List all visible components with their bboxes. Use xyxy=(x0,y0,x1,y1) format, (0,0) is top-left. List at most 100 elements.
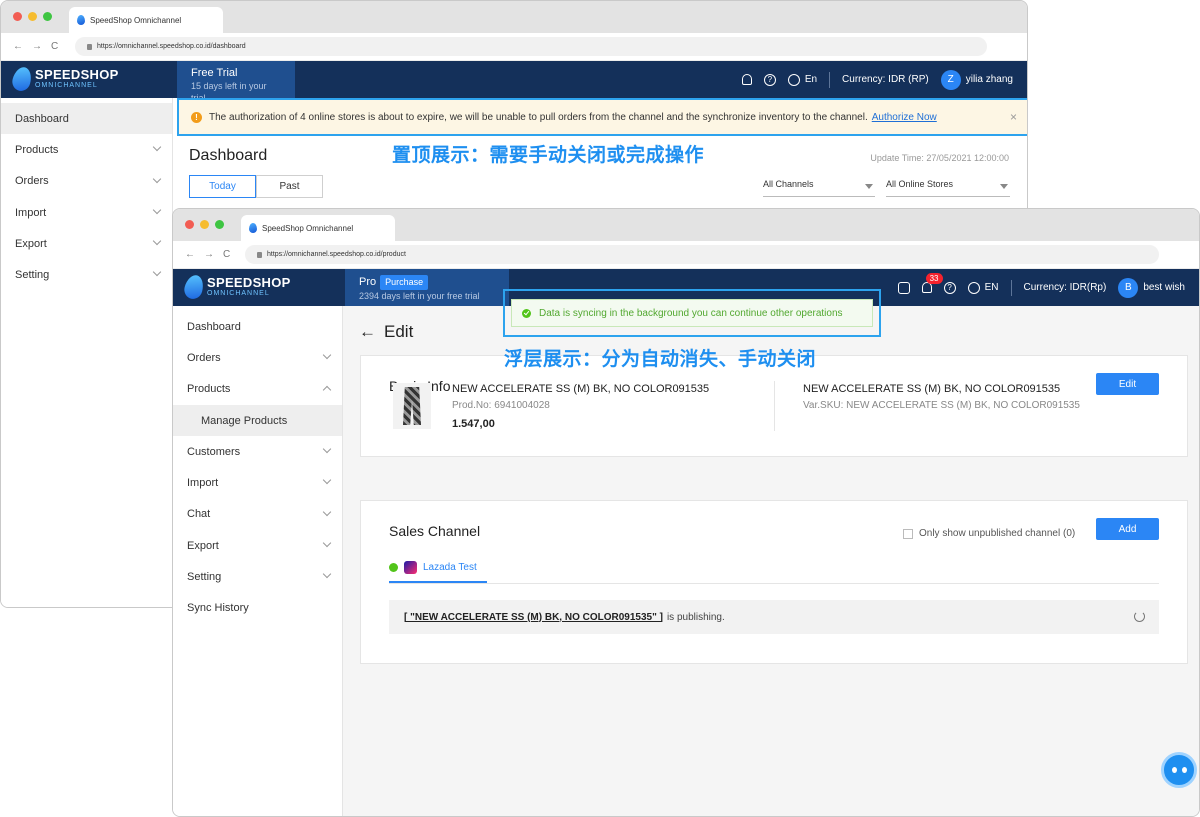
sidebar-item-manage-products[interactable]: Manage Products xyxy=(173,404,342,437)
reload-icon[interactable]: C xyxy=(51,41,58,52)
tab-strip: SpeedShop Omnichannel xyxy=(1,1,1027,33)
sidebar-item-setting[interactable]: Setting xyxy=(173,561,342,592)
sidebar-item-sync-history[interactable]: Sync History xyxy=(173,593,342,624)
edit-button[interactable]: Edit xyxy=(1096,373,1159,395)
address-bar: ← → C https://omnichannel.speedshop.co.i… xyxy=(1,33,1027,61)
lock-icon xyxy=(257,251,262,258)
chevron-down-icon xyxy=(322,351,332,360)
close-window-button[interactable] xyxy=(13,12,22,21)
sidebar-item-label: Export xyxy=(15,237,47,250)
unpublished-filter[interactable]: Only show unpublished channel (0) xyxy=(903,528,1075,539)
sync-icon[interactable] xyxy=(1134,611,1145,622)
sidebar-item-export[interactable]: Export xyxy=(1,228,172,259)
sidebar-item-setting[interactable]: Setting xyxy=(1,259,172,290)
sidebar-item-label: Export xyxy=(187,539,219,552)
sales-channel-card: Sales Channel Only show unpublished chan… xyxy=(360,500,1188,664)
sidebar-item-customers[interactable]: Customers xyxy=(173,436,342,467)
user-menu[interactable]: Z yilia zhang xyxy=(940,69,1013,90)
plan-name: Free Trial xyxy=(191,67,238,79)
add-button[interactable]: Add xyxy=(1096,518,1159,540)
store-select[interactable]: All Online Stores xyxy=(886,179,1010,197)
sidebar-item-label: Setting xyxy=(15,269,50,282)
chatbot-icon[interactable] xyxy=(1161,752,1197,788)
chevron-down-icon xyxy=(152,205,162,215)
url-field[interactable]: https://omnichannel.speedshop.co.id/dash… xyxy=(75,37,987,56)
language-label: EN xyxy=(984,282,999,293)
sidebar-item-orders[interactable]: Orders xyxy=(1,166,172,197)
chevron-down-icon xyxy=(322,538,332,548)
lazada-icon xyxy=(404,561,417,574)
bell-icon[interactable] xyxy=(741,74,752,85)
user-menu[interactable]: B best wish xyxy=(1118,277,1185,298)
tab-underline xyxy=(389,583,1159,584)
forward-arrow-icon[interactable]: → xyxy=(204,249,214,260)
plan-banner[interactable]: Free Trial 15 days left in your trial xyxy=(177,61,295,103)
back-arrow-icon[interactable]: ← xyxy=(13,41,23,52)
language-switch[interactable]: EN xyxy=(967,281,999,294)
page-title: Dashboard xyxy=(189,147,268,164)
product-name: NEW ACCELERATE SS (M) BK, NO COLOR091535 xyxy=(452,383,710,395)
minimize-window-button[interactable] xyxy=(28,12,37,21)
plan-banner[interactable]: Pro Purchase 2394 days left in your free … xyxy=(345,269,509,306)
sidebar-item-label: Manage Products xyxy=(201,414,288,427)
edit-title-text: Edit xyxy=(384,322,414,341)
tab-lazada-test[interactable]: Lazada Test xyxy=(389,561,487,583)
sidebar-item-products[interactable]: Products xyxy=(173,374,342,405)
sidebar-item-dashboard[interactable]: Dashboard xyxy=(1,103,172,135)
sidebar-item-import[interactable]: Import xyxy=(1,197,172,228)
minimize-window-button[interactable] xyxy=(200,220,209,229)
speedshop-logo[interactable]: SPEEDSHOP OMNICHANNEL xyxy=(10,65,119,93)
sidebar-item-products[interactable]: Products xyxy=(1,134,172,165)
today-tab[interactable]: Today xyxy=(189,175,256,198)
close-window-button[interactable] xyxy=(185,220,194,229)
channel-select[interactable]: All Channels xyxy=(763,179,875,197)
forward-arrow-icon[interactable]: → xyxy=(32,41,42,52)
back-arrow-icon[interactable]: ← xyxy=(185,249,195,260)
publishing-item-link[interactable]: [ "NEW ACCELERATE SS (M) BK, NO COLOR091… xyxy=(404,612,663,623)
window-controls xyxy=(13,12,52,21)
url-text: https://omnichannel.speedshop.co.id/prod… xyxy=(267,251,406,258)
sidebar-item-chat[interactable]: Chat xyxy=(173,499,342,530)
tab-title: SpeedShop Omnichannel xyxy=(262,223,354,233)
browser-tab[interactable]: SpeedShop Omnichannel xyxy=(69,7,223,33)
sidebar-item-label: Dashboard xyxy=(15,112,69,125)
close-icon[interactable]: × xyxy=(1010,110,1017,124)
currency-label[interactable]: Currency: IDR (RP) xyxy=(842,74,929,85)
checkbox[interactable] xyxy=(903,528,913,539)
browser-tab[interactable]: SpeedShop Omnichannel xyxy=(241,215,395,241)
language-switch[interactable]: En xyxy=(787,73,817,86)
reload-icon[interactable]: C xyxy=(223,249,230,260)
headset-icon[interactable] xyxy=(897,281,910,294)
past-tab[interactable]: Past xyxy=(256,175,323,198)
back-arrow-icon[interactable]: ← xyxy=(359,322,376,342)
sidebar-item-dashboard[interactable]: Dashboard xyxy=(173,311,342,342)
tab-label: Lazada Test xyxy=(423,562,477,573)
sync-toast: Data is syncing in the background you ca… xyxy=(511,299,873,327)
currency-label[interactable]: Currency: IDR(Rp) xyxy=(1024,282,1107,293)
sidebar: Dashboard Products Orders Import Export … xyxy=(1,98,173,607)
maximize-window-button[interactable] xyxy=(43,12,52,21)
address-bar: ← → C https://omnichannel.speedshop.co.i… xyxy=(173,241,1199,269)
speedshop-logo[interactable]: SPEEDSHOP OMNICHANNEL xyxy=(182,273,291,301)
header-actions: 33 ? EN Currency: IDR(Rp) B best wish xyxy=(897,269,1185,306)
sidebar-item-orders[interactable]: Orders xyxy=(173,342,342,373)
caret-down-icon xyxy=(865,184,873,189)
notifications[interactable]: 33 xyxy=(921,273,943,293)
variant-name: NEW ACCELERATE SS (M) BK, NO COLOR091535 xyxy=(803,383,1061,395)
speedshop-drop-icon xyxy=(182,273,206,301)
help-icon[interactable]: ? xyxy=(943,281,956,294)
sync-toast-highlight: Data is syncing in the background you ca… xyxy=(503,289,881,337)
authorize-now-link[interactable]: Authorize Now xyxy=(872,112,937,123)
purchase-button[interactable]: Purchase xyxy=(380,275,429,290)
check-circle-icon xyxy=(389,563,398,572)
maximize-window-button[interactable] xyxy=(215,220,224,229)
chevron-down-icon xyxy=(322,570,332,579)
sidebar-item-import[interactable]: Import xyxy=(173,467,342,498)
help-icon[interactable]: ? xyxy=(763,73,776,86)
url-field[interactable]: https://omnichannel.speedshop.co.id/prod… xyxy=(245,245,1159,264)
divider xyxy=(829,71,831,88)
logo-title: SPEEDSHOP xyxy=(35,66,119,82)
tab-title: SpeedShop Omnichannel xyxy=(90,15,182,25)
sidebar-item-export[interactable]: Export xyxy=(173,530,342,561)
main-content: ← Edit Basic Info Edit NEW ACCELERATE SS… xyxy=(343,306,1199,816)
